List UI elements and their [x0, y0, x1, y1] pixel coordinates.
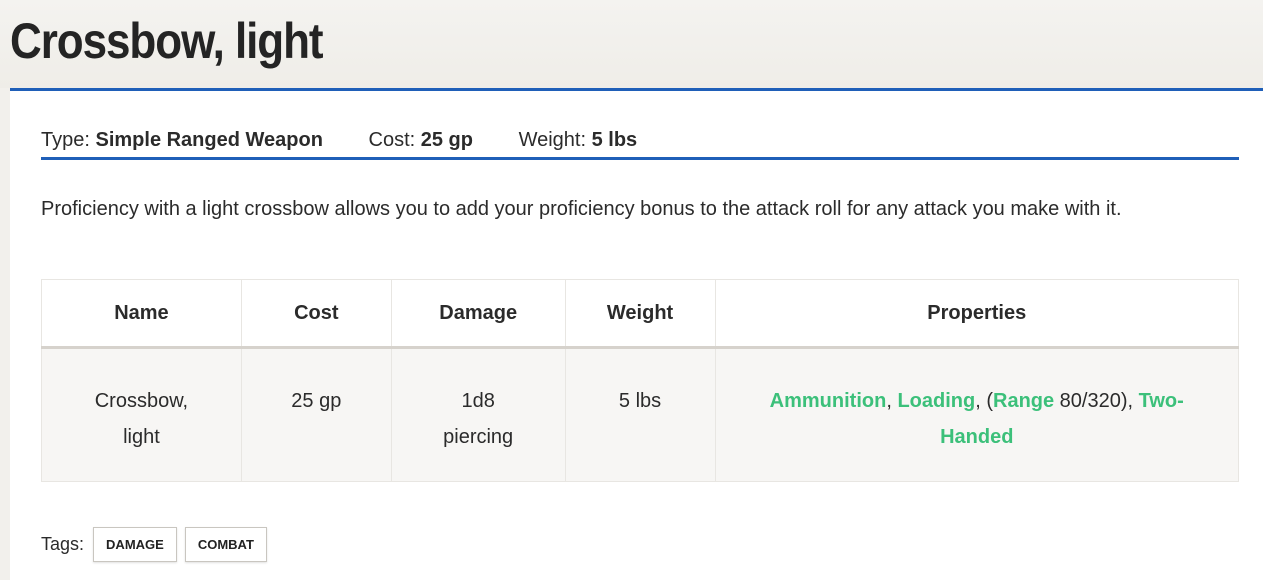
meta-divider [41, 157, 1239, 160]
property-separator: , ( [975, 390, 993, 412]
table-header-row: Name Cost Damage Weight Properties [41, 279, 1239, 349]
weapon-meta: Type: Simple Ranged Weapon Cost: 25 gp W… [41, 127, 677, 153]
content-card: Type: Simple Ranged Weapon Cost: 25 gp W… [10, 91, 1263, 580]
column-header-weight: Weight [564, 279, 716, 349]
column-header-name: Name [41, 279, 242, 349]
weapon-description: Proficiency with a light crossbow allows… [41, 198, 1122, 220]
cell-name: Crossbow, light [41, 347, 242, 482]
meta-weight: Weight: 5 lbs [519, 127, 638, 153]
cell-damage: 1d8 piercing [390, 347, 566, 482]
column-header-properties: Properties [714, 279, 1239, 349]
title-band: Crossbow, light [0, 0, 1263, 88]
page-title: Crossbow, light [10, 13, 324, 69]
cell-properties: Ammunition, Loading, (Range 80/320), Two… [714, 347, 1239, 482]
tag-combat[interactable]: COMBAT [184, 527, 267, 562]
property-range-value: 80/320), [1054, 390, 1134, 412]
property-link-two-handed[interactable]: Two- [1139, 390, 1184, 412]
cell-weight: 5 lbs [564, 347, 716, 482]
tags-label: Tags: [41, 534, 85, 554]
column-header-cost: Cost [240, 279, 392, 349]
tags-row: Tags: DAMAGE COMBAT [41, 527, 270, 562]
property-link-range[interactable]: Range [993, 390, 1054, 412]
property-link-ammunition[interactable]: Ammunition [770, 390, 887, 412]
cell-damage-dice: 1d8 [461, 390, 495, 412]
column-header-damage: Damage [390, 279, 566, 349]
cell-cost: 25 gp [240, 347, 392, 482]
meta-type-label: Type: [41, 129, 90, 151]
cell-name-line1: Crossbow, [94, 390, 189, 412]
meta-type-value: Simple Ranged Weapon [95, 129, 323, 151]
property-separator: , [886, 390, 892, 412]
tag-damage[interactable]: DAMAGE [93, 527, 177, 562]
meta-weight-label: Weight: [518, 129, 587, 151]
meta-type: Type: Simple Ranged Weapon [41, 127, 323, 153]
table-row: Crossbow, light 25 gp 1d8 piercing 5 lbs… [41, 347, 1239, 482]
meta-weight-value: 5 lbs [591, 129, 638, 151]
weapon-table: Name Cost Damage Weight Properties Cross… [41, 279, 1239, 482]
property-link-loading[interactable]: Loading [897, 390, 975, 412]
meta-cost-value: 25 gp [420, 129, 473, 151]
cell-name-line2: light [123, 426, 160, 448]
cell-damage-type: piercing [443, 426, 514, 448]
meta-cost-label: Cost: [368, 129, 416, 151]
property-link-two-handed-cont[interactable]: Handed [940, 426, 1013, 448]
meta-cost: Cost: 25 gp [369, 127, 474, 153]
